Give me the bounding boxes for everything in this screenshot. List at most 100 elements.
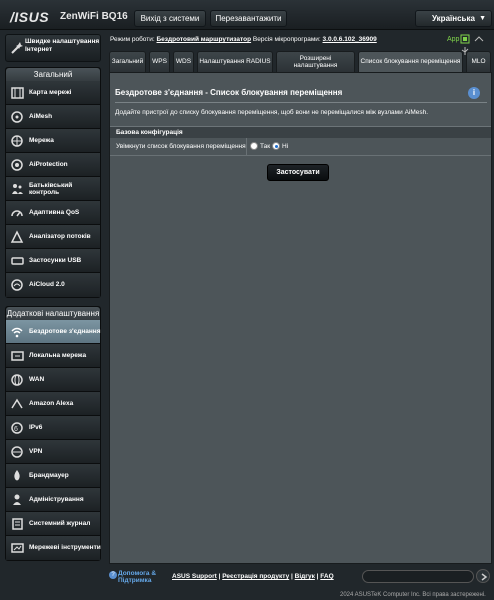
language-select[interactable]: Українська ▼: [415, 10, 492, 27]
asus-support-link[interactable]: ASUS Support: [172, 573, 217, 580]
sidebar-item-administration[interactable]: Адміністрування: [6, 488, 100, 512]
apply-button[interactable]: Застосувати: [267, 164, 329, 181]
sidebar-item-wireless[interactable]: Бездротове з'єднання: [6, 320, 101, 344]
sidebar-item-usb-apps[interactable]: Застосунки USB: [6, 249, 100, 273]
fw-link[interactable]: 3.0.0.6.102_36909: [323, 36, 377, 43]
sidebar-item-lan[interactable]: Локальна мережа: [6, 344, 100, 368]
radio-yes[interactable]: [250, 142, 258, 150]
radio-no[interactable]: [272, 142, 280, 150]
ipv6-icon: 6: [10, 421, 25, 435]
general-heading: Загальний: [6, 68, 100, 81]
map-icon: [10, 86, 25, 100]
advanced-group: Додаткові налаштування Бездротове з'єдна…: [5, 306, 101, 561]
sidebar-item-aimesh[interactable]: AiMesh: [6, 105, 100, 129]
gauge-icon: [10, 206, 25, 220]
tab-wds[interactable]: WDS: [173, 51, 194, 72]
sidebar-item-ipv6[interactable]: 6 IPv6: [6, 416, 100, 440]
sidebar-item-adaptive-qos[interactable]: Адаптивна QoS: [6, 201, 100, 225]
copyright: 2024 ASUSTeK Computer Inc. Всі права зас…: [340, 592, 486, 598]
sidebar-item-network-map[interactable]: Карта мережі: [6, 81, 100, 105]
firewall-icon: [10, 469, 25, 483]
logout-button[interactable]: Вихід з системи: [134, 10, 206, 27]
tab-wps[interactable]: WPS: [149, 51, 170, 72]
svg-text:6: 6: [14, 426, 18, 433]
chevron-down-icon: ▼: [479, 15, 486, 22]
sidebar-item-label: AiMesh: [29, 113, 53, 121]
help-support-icon: ?: [109, 571, 117, 579]
sidebar-item-parental-control[interactable]: Батьківський контроль: [6, 177, 100, 201]
radio-no-label: Ні: [282, 143, 289, 150]
lan-icon: [10, 349, 25, 363]
sidebar-item-wan[interactable]: WAN: [6, 368, 100, 392]
sidebar-item-label: AiProtection: [29, 161, 68, 169]
tab-mlo[interactable]: MLO: [466, 51, 491, 72]
mode-link[interactable]: Бездротовий маршрутизатор: [157, 36, 252, 43]
sidebar-item-label: Локальна мережа: [29, 352, 87, 360]
language-value: Українська: [432, 14, 475, 23]
top-bar: /ISUS ZenWiFi BQ16 Вихід з системи Перез…: [0, 0, 494, 30]
arrow-right-icon: [481, 573, 488, 581]
admin-icon: [10, 493, 25, 507]
tab-advanced[interactable]: Розширені налаштування: [276, 51, 355, 72]
sidebar-item-label: Аналізатор потоків: [29, 233, 91, 241]
status-line: Режим роботи: Бездротовий маршрутизатор …: [110, 34, 494, 46]
sidebar-item-system-log[interactable]: Системний журнал: [6, 512, 100, 536]
title-divider: [115, 102, 487, 103]
sidebar-item-aiprotection[interactable]: AiProtection: [6, 153, 100, 177]
faq-link[interactable]: FAQ: [320, 573, 333, 580]
model-name: ZenWiFi BQ16: [60, 11, 128, 22]
sidebar-item-label: VPN: [29, 448, 43, 456]
quick-setup-label: Швидке налаштування Інтернет: [25, 38, 100, 53]
tab-general[interactable]: Загальний: [109, 51, 146, 72]
general-group: Загальний Карта мережі AiMesh Мережа AiP…: [5, 67, 101, 298]
asus-logo[interactable]: /ISUS: [10, 9, 49, 25]
product-registration-link[interactable]: Реєстрація продукту: [222, 573, 289, 580]
network-icon: [10, 134, 25, 148]
sidebar-item-traffic-analyzer[interactable]: Аналізатор потоків: [6, 225, 100, 249]
search-button[interactable]: [476, 569, 490, 583]
sidebar-item-network[interactable]: Мережа: [6, 129, 100, 153]
sidebar-item-alexa[interactable]: Amazon Alexa: [6, 392, 100, 416]
quick-setup-button[interactable]: Швидке налаштування Інтернет: [5, 34, 101, 62]
analyzer-icon: [10, 230, 25, 244]
sidebar-item-label: Мережеві інструменти: [29, 544, 101, 552]
help-icon[interactable]: i: [468, 87, 480, 99]
sidebar-item-label: Адаптивна QoS: [29, 209, 80, 217]
footer: ? Допомога & Підтримка ASUS Support | Ре…: [109, 568, 492, 586]
content-panel: Бездротове з'єднання - Список блокування…: [109, 72, 492, 564]
aimesh-icon: [10, 110, 25, 124]
sidebar-item-vpn[interactable]: VPN: [6, 440, 100, 464]
sidebar-item-label: Amazon Alexa: [29, 400, 74, 408]
cloud-icon: [10, 278, 25, 292]
enable-label: Увімкнути список блокування переміщення: [110, 138, 247, 156]
sidebar-item-label: Системний журнал: [29, 520, 91, 528]
qr-icon[interactable]: [460, 34, 470, 44]
reboot-button[interactable]: Перезавантажити: [210, 10, 287, 27]
sidebar-item-label: Мережа: [29, 137, 54, 145]
sidebar-item-label: Карта мережі: [29, 89, 72, 97]
tools-icon: [10, 541, 25, 555]
help-support-link[interactable]: Допомога & Підтримка: [118, 570, 173, 584]
app-link[interactable]: App: [447, 34, 459, 46]
sidebar-item-label: IPv6: [29, 424, 43, 432]
tab-roaming-block-list[interactable]: Список блокування переміщення: [358, 51, 463, 72]
family-icon: [10, 182, 25, 196]
page-title: Бездротове з'єднання - Список блокування…: [115, 88, 343, 97]
globe-icon: [10, 373, 25, 387]
config-section-heading: Базова конфігурація: [110, 126, 491, 138]
search-input[interactable]: [362, 570, 474, 583]
feedback-link[interactable]: Відгук: [295, 573, 315, 580]
tab-radius[interactable]: Налаштування RADIUS: [197, 51, 273, 72]
sidebar-item-firewall[interactable]: Брандмауер: [6, 464, 100, 488]
vpn-icon: [10, 445, 25, 459]
wifi-icon: [10, 325, 25, 339]
tab-bar: Загальний WPS WDS Налаштування RADIUS Ро…: [109, 51, 492, 72]
sidebar-item-label: AiCloud 2.0: [29, 281, 65, 289]
log-icon: [10, 517, 25, 531]
network-status-icon[interactable]: [474, 34, 484, 44]
sidebar-item-label: Брандмауер: [29, 472, 69, 480]
sidebar-item-aicloud[interactable]: AiCloud 2.0: [6, 273, 100, 297]
sidebar-item-network-tools[interactable]: Мережеві інструменти: [6, 536, 101, 560]
config-table: Базова конфігурація Увімкнути список бло…: [110, 126, 491, 156]
footer-links: ASUS Support | Реєстрація продукту | Від…: [172, 573, 334, 580]
